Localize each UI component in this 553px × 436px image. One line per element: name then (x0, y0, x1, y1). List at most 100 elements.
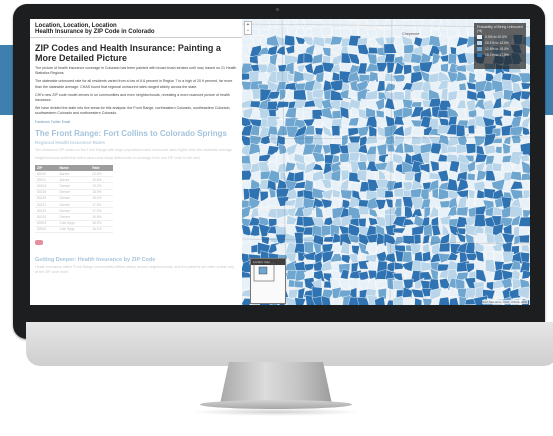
zip-polygon[interactable] (521, 244, 530, 253)
zip-polygon[interactable] (484, 250, 494, 262)
zip-polygon[interactable] (484, 145, 497, 155)
zip-polygon[interactable] (476, 169, 488, 182)
zip-polygon[interactable] (249, 55, 259, 65)
choropleth-map[interactable]: + − Cheyenne Probability of Being Uninsu… (242, 19, 530, 305)
zip-polygon[interactable] (304, 179, 314, 192)
zip-polygon[interactable] (385, 198, 394, 209)
zip-polygon[interactable] (449, 297, 459, 305)
zip-polygon[interactable] (275, 100, 290, 109)
zip-polygon[interactable] (376, 80, 386, 93)
zip-polygon[interactable] (266, 145, 280, 156)
zip-polygon[interactable] (386, 61, 396, 74)
zip-polygon[interactable] (438, 296, 450, 305)
zip-polygon[interactable] (347, 142, 362, 155)
zip-polygon[interactable] (284, 107, 297, 119)
zip-polygon[interactable] (249, 100, 261, 108)
page-badge[interactable] (35, 239, 43, 245)
zip-polygon[interactable] (493, 251, 504, 263)
share-links[interactable]: Facebook Twitter Email (35, 120, 237, 124)
zip-polygon[interactable] (455, 70, 468, 82)
zip-polygon[interactable] (270, 133, 278, 146)
zip-polygon[interactable] (284, 161, 297, 173)
zip-polygon[interactable] (320, 25, 332, 37)
zip-polygon[interactable] (242, 241, 251, 255)
zip-polygon[interactable] (437, 169, 450, 182)
zip-polygon[interactable] (474, 153, 488, 163)
zip-polygon[interactable] (413, 234, 422, 245)
zip-polygon[interactable] (522, 106, 530, 118)
zip-polygon[interactable] (518, 72, 530, 84)
zip-polygon[interactable] (357, 44, 371, 56)
zip-polygon[interactable] (312, 89, 324, 99)
zip-polygon[interactable] (465, 253, 478, 261)
locator-map[interactable]: Locator map (250, 258, 286, 304)
zip-polygon[interactable] (279, 89, 287, 101)
zip-polygon[interactable] (287, 288, 299, 299)
zip-polygon[interactable] (303, 155, 314, 164)
zip-polygon[interactable] (267, 197, 279, 207)
zip-polygon[interactable] (438, 242, 451, 253)
zip-polygon[interactable] (458, 82, 467, 92)
zip-polygon[interactable] (358, 19, 367, 28)
zip-polygon[interactable] (376, 62, 389, 72)
zip-polygon[interactable] (392, 227, 406, 234)
zip-polygon[interactable] (447, 28, 458, 37)
zip-polygon[interactable] (293, 89, 307, 101)
zip-polygon[interactable] (259, 53, 271, 64)
zip-polygon[interactable] (294, 297, 306, 305)
zip-polygon[interactable] (465, 99, 476, 112)
zip-polygon[interactable] (456, 124, 466, 138)
zip-polygon[interactable] (521, 160, 530, 174)
zip-polygon[interactable] (404, 171, 415, 181)
zip-polygon[interactable] (339, 153, 350, 163)
zip-polygon[interactable] (284, 82, 298, 91)
zip-polygon[interactable] (311, 53, 323, 65)
zip-polygon[interactable] (440, 88, 449, 102)
zip-polygon[interactable] (348, 117, 360, 127)
zip-polygon[interactable] (402, 251, 413, 264)
zip-polygon[interactable] (340, 189, 353, 200)
zip-polygon[interactable] (339, 178, 350, 191)
zip-polygon[interactable] (493, 116, 503, 127)
zip-polygon[interactable] (423, 207, 431, 219)
zip-polygon[interactable] (304, 62, 314, 75)
zip-polygon[interactable] (276, 152, 289, 164)
zip-polygon[interactable] (491, 162, 503, 172)
zip-polygon[interactable] (503, 136, 512, 145)
zip-polygon[interactable] (456, 89, 469, 101)
zip-polygon[interactable] (329, 143, 342, 156)
zip-polygon[interactable] (422, 251, 432, 263)
zip-polygon[interactable] (456, 206, 469, 217)
zip-polygon[interactable] (286, 215, 298, 225)
zip-polygon[interactable] (519, 227, 530, 236)
zip-polygon[interactable] (518, 216, 530, 227)
zip-polygon[interactable] (430, 160, 440, 172)
zip-polygon[interactable] (384, 190, 394, 199)
zip-polygon[interactable] (465, 143, 476, 154)
zip-polygon[interactable] (439, 54, 449, 62)
zip-polygon[interactable] (474, 129, 486, 136)
zip-polygon[interactable] (296, 64, 306, 73)
zip-polygon[interactable] (503, 108, 512, 117)
zip-polygon[interactable] (286, 270, 297, 280)
zip-polygon[interactable] (252, 35, 260, 48)
zip-polygon[interactable] (293, 170, 304, 183)
zip-polygon[interactable] (522, 209, 530, 218)
zip-polygon[interactable] (520, 82, 530, 90)
zip-polygon[interactable] (473, 214, 487, 228)
zip-polygon[interactable] (403, 64, 412, 76)
zip-polygon[interactable] (447, 52, 457, 65)
zip-polygon[interactable] (440, 19, 449, 29)
zip-polygon[interactable] (512, 277, 521, 290)
zip-polygon[interactable] (395, 43, 405, 57)
zip-polygon[interactable] (431, 224, 442, 237)
zip-polygon[interactable] (509, 171, 523, 181)
zip-polygon[interactable] (455, 99, 467, 110)
zip-polygon[interactable] (357, 205, 370, 215)
zip-polygon[interactable] (410, 288, 424, 298)
zip-polygon[interactable] (242, 43, 250, 57)
zip-polygon[interactable] (329, 35, 344, 46)
zip-polygon[interactable] (521, 270, 530, 280)
zip-polygon[interactable] (285, 44, 295, 55)
zip-polygon[interactable] (294, 280, 304, 289)
